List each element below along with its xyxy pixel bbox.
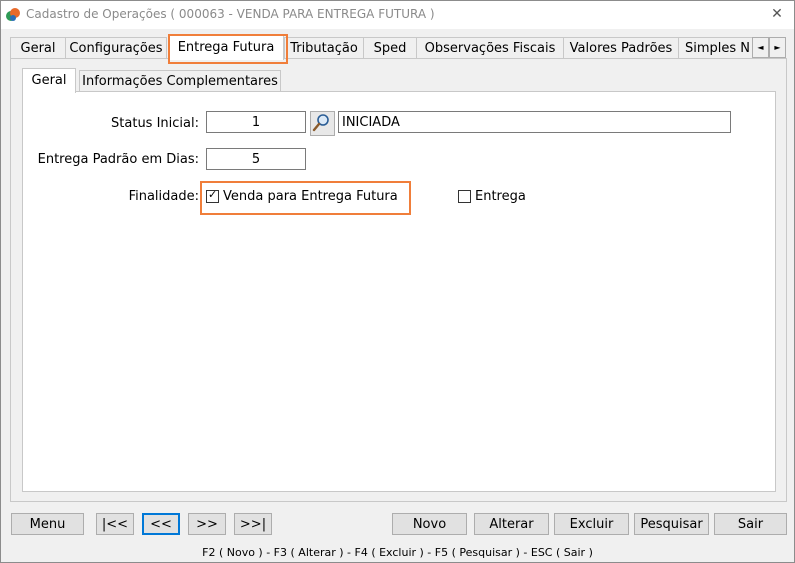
entrega-padrao-dias-input[interactable]: 5 <box>206 148 306 170</box>
excluir-button[interactable]: Excluir <box>554 513 629 535</box>
previous-record-button[interactable]: << <box>142 513 180 535</box>
subtab-geral[interactable]: Geral <box>22 68 76 93</box>
entrega-label[interactable]: Entrega <box>475 189 526 204</box>
tab-observacoes-fiscais[interactable]: Observações Fiscais <box>416 37 564 59</box>
tab-scroll-right-icon[interactable]: ► <box>769 37 786 58</box>
first-record-button[interactable]: |<< <box>96 513 134 535</box>
window: Cadastro de Operações ( 000063 - VENDA P… <box>0 0 795 563</box>
venda-entrega-futura-checkbox[interactable]: ✓ <box>206 188 219 203</box>
novo-button[interactable]: Novo <box>392 513 467 535</box>
status-inicial-description: INICIADA <box>338 111 731 133</box>
window-title: Cadastro de Operações ( 000063 - VENDA P… <box>26 7 435 21</box>
status-inicial-label: Status Inicial: <box>111 116 199 131</box>
status-inicial-input[interactable]: 1 <box>206 111 306 133</box>
alterar-button[interactable]: Alterar <box>474 513 549 535</box>
tab-scroll-left-icon[interactable]: ◄ <box>752 37 769 58</box>
finalidade-label: Finalidade: <box>128 189 199 204</box>
tab-entrega-futura[interactable]: Entrega Futura <box>168 35 284 60</box>
main-tab-strip: Geral Configurações Entrega Futura Tribu… <box>10 35 786 60</box>
search-icon <box>312 114 329 132</box>
venda-entrega-futura-label[interactable]: Venda para Entrega Futura <box>223 189 398 204</box>
last-record-button[interactable]: >>| <box>234 513 272 535</box>
search-button[interactable] <box>310 111 335 136</box>
tab-sped[interactable]: Sped <box>363 37 417 59</box>
title-bar: Cadastro de Operações ( 000063 - VENDA P… <box>1 1 794 29</box>
checkmark-icon: ✓ <box>208 188 218 201</box>
tab-geral[interactable]: Geral <box>10 37 66 59</box>
tab-configuracoes[interactable]: Configurações <box>65 37 167 59</box>
tab-valores-padroes[interactable]: Valores Padrões <box>563 37 679 59</box>
pesquisar-button[interactable]: Pesquisar <box>634 513 709 535</box>
entrega-padrao-label: Entrega Padrão em Dias: <box>37 152 199 167</box>
tab-tributacao[interactable]: Tributação <box>284 37 364 59</box>
tab-simples-n[interactable]: Simples N <box>678 37 760 59</box>
app-icon <box>6 8 20 21</box>
sair-button[interactable]: Sair <box>714 513 787 535</box>
menu-button[interactable]: Menu <box>11 513 84 535</box>
shortcut-status-bar: F2 ( Novo ) - F3 ( Alterar ) - F4 ( Excl… <box>202 546 593 559</box>
entrega-checkbox[interactable] <box>458 190 471 203</box>
next-record-button[interactable]: >> <box>188 513 226 535</box>
close-icon[interactable]: ✕ <box>768 5 786 23</box>
subtab-informacoes-complementares[interactable]: Informações Complementares <box>79 70 281 92</box>
